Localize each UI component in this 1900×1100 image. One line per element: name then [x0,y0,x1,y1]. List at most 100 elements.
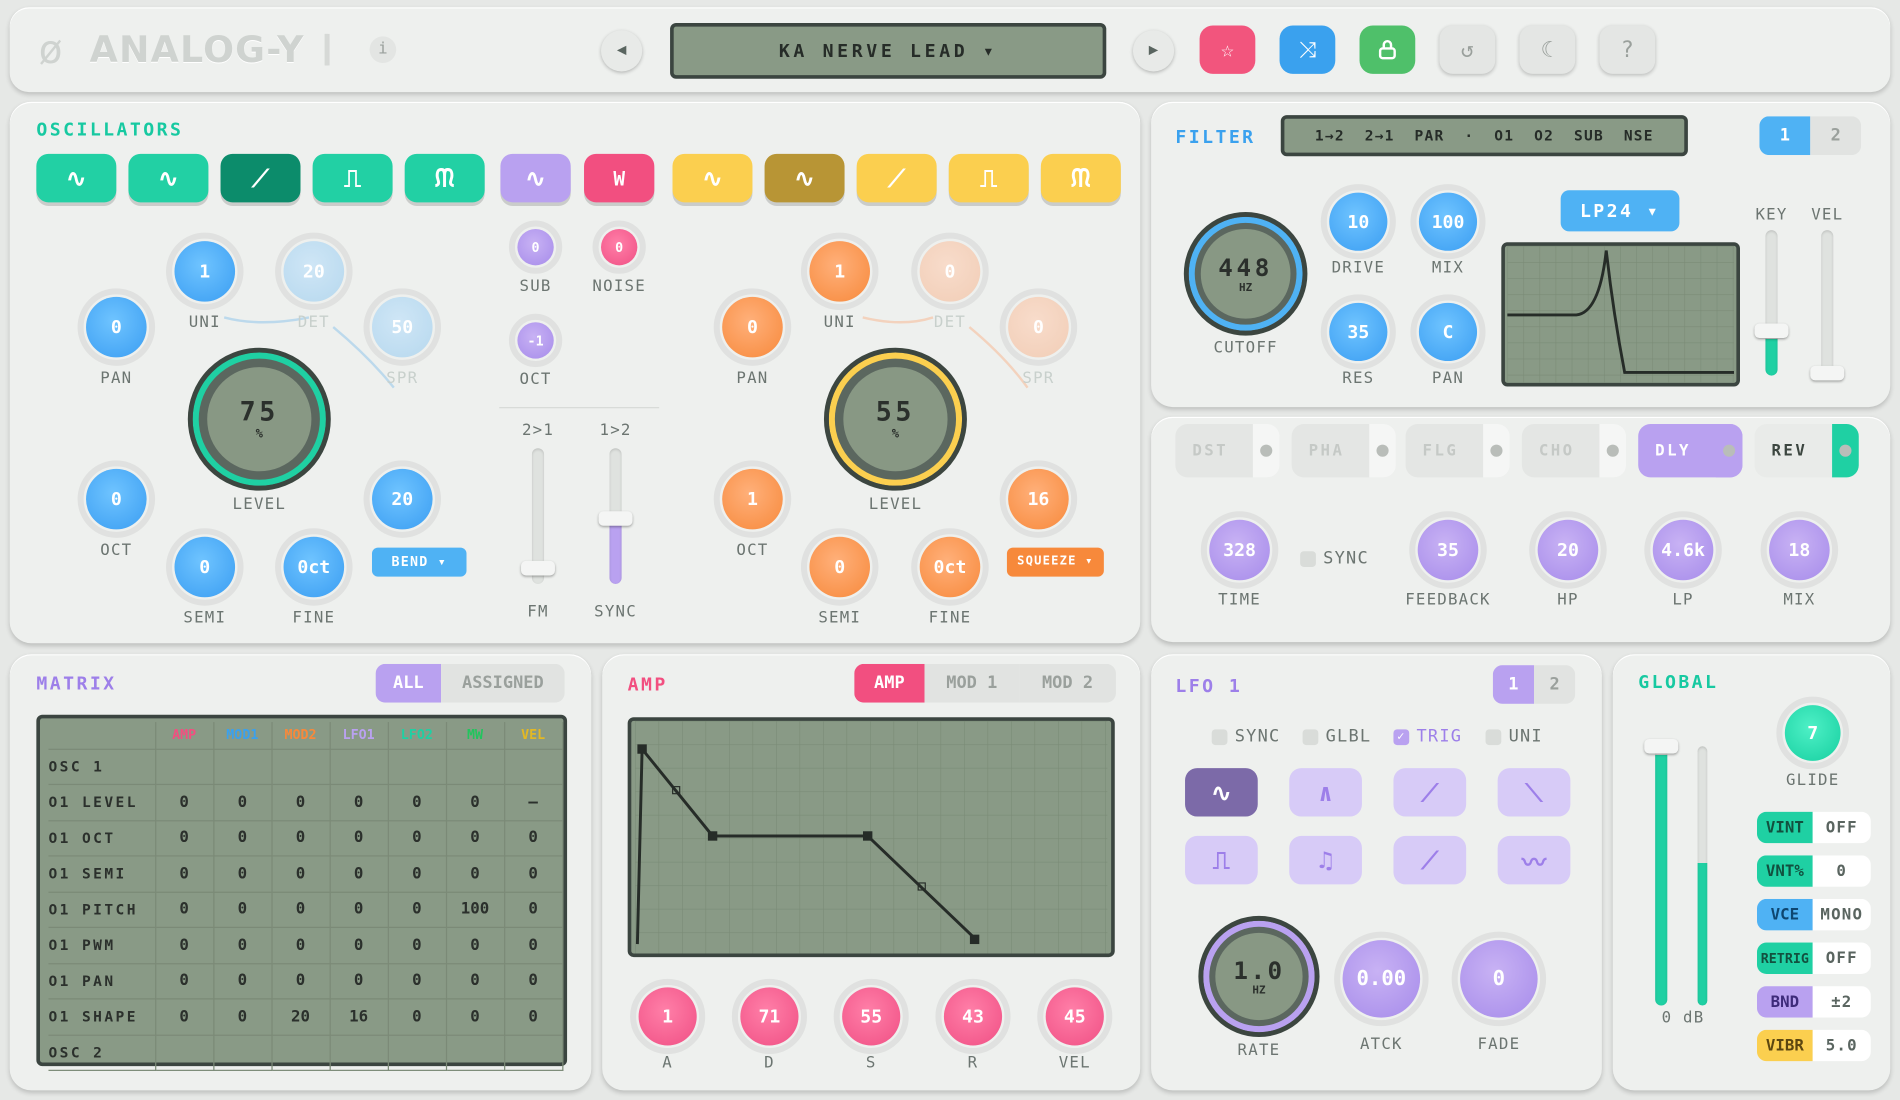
matrix-cell[interactable]: 0 [213,963,273,1000]
matrix-cell[interactable] [213,748,273,786]
matrix-cell[interactable] [155,1034,214,1071]
key-slider[interactable] [1765,230,1778,376]
matrix-cell[interactable]: 0 [445,820,505,857]
matrix-cell[interactable]: 0 [387,998,447,1036]
filter-tab-1[interactable]: 1 [1759,116,1811,156]
matrix-cell[interactable]: 16 [329,998,389,1036]
matrix-tab-assigned[interactable]: ASSIGNED [441,663,565,703]
env-tab-amp[interactable]: AMP [854,663,925,703]
matrix-cell[interactable]: 0 [155,927,214,964]
noise-knob[interactable]: 0 [592,220,646,274]
drive-knob[interactable]: 10 [1320,184,1396,260]
osc1-bend-dropdown[interactable]: BEND ▾ [371,547,467,577]
delay-sync-checkbox[interactable]: SYNC [1300,549,1369,568]
matrix-cell[interactable]: 0 [387,927,447,964]
filter-pan-knob[interactable]: C [1410,294,1486,370]
osc2-spr-knob[interactable]: 0 [999,288,1078,366]
matrix-cell[interactable]: 0 [387,820,447,857]
osc2-uni-knob[interactable]: 1 [800,232,879,311]
matrix-cell[interactable]: 0 [271,820,331,857]
attack-knob[interactable]: 1 [630,978,706,1055]
fx-rev-led[interactable] [1832,424,1859,478]
osc1-semi-knob[interactable]: 0 [166,528,244,606]
matrix-cell[interactable]: 0 [387,963,447,1000]
matrix-cell[interactable]: 0 [387,784,447,821]
matrix-cell[interactable]: 0 [445,998,505,1036]
lfo-shape-square[interactable]: ⎍ [1185,835,1258,885]
osc2-squeeze-dropdown[interactable]: SQUEEZE ▾ [1006,547,1104,577]
resonance-knob[interactable]: 35 [1320,294,1396,370]
filter-tab-2[interactable]: 2 [1810,116,1862,156]
sub-oct-knob[interactable]: -1 [508,313,563,368]
matrix-cell[interactable]: 0 [329,891,389,928]
vibrato-amount[interactable]: VIBR 5.0 [1756,1029,1871,1062]
favorite-button[interactable]: ☆ [1199,25,1256,74]
lfo-shape-ramp[interactable]: ⟋ [1393,835,1467,885]
lfo-global-checkbox[interactable]: GLBL [1302,727,1372,746]
amp-velocity-knob[interactable]: 45 [1037,978,1113,1055]
fx-dly-led[interactable] [1715,424,1743,478]
matrix-cell[interactable]: 0 [445,855,505,893]
fx-tab-delay[interactable]: DLY [1638,424,1743,478]
glide-knob[interactable]: 7 [1776,696,1850,770]
matrix-cell[interactable]: 0 [271,784,331,821]
osc1-level-knob[interactable]: 75% [187,347,331,491]
matrix-cell[interactable]: 0 [155,963,214,1000]
env-tab-mod2[interactable]: MOD 2 [1019,663,1116,703]
matrix-cell[interactable]: 0 [504,891,563,928]
matrix-cell[interactable]: 0 [445,784,505,821]
osc1-oct-knob[interactable]: 0 [77,460,156,538]
matrix-cell[interactable]: 0 [329,820,389,857]
matrix-cell[interactable]: 0 [271,963,331,1000]
matrix-cell[interactable] [387,748,447,786]
fx-cho-led[interactable] [1599,424,1627,478]
next-preset-button[interactable]: ▶ [1132,30,1175,72]
vel-slider[interactable] [1821,230,1834,376]
fm-slider-thumb[interactable] [521,560,555,576]
lfo-sync-checkbox[interactable]: SYNC [1211,727,1281,746]
envelope-graph[interactable] [627,717,1115,958]
matrix-cell[interactable]: 100 [445,891,505,928]
vint-amount[interactable]: VNT% 0 [1756,855,1871,887]
matrix-cell[interactable]: 20 [271,998,331,1036]
osc2-oct-knob[interactable]: 1 [713,460,792,538]
key-slider-thumb[interactable] [1754,323,1789,339]
env-tab-mod1[interactable]: MOD 1 [924,663,1020,703]
matrix-cell[interactable]: 0 [213,891,273,928]
osc2-fine-knob[interactable]: 0ct [911,528,989,606]
filter-type-dropdown[interactable]: LP24 ▾ [1560,190,1680,232]
matrix-cell[interactable]: 0 [504,927,563,964]
matrix-cell[interactable]: 0 [271,891,331,928]
osc1-bend-knob[interactable]: 20 [363,460,442,538]
matrix-cell[interactable]: 0 [329,927,389,964]
matrix-cell[interactable] [504,1034,563,1071]
matrix-cell[interactable]: 0 [155,820,214,857]
delay-mix-knob[interactable]: 18 [1760,511,1839,589]
osc2-level-knob[interactable]: 55% [823,347,967,491]
lfo-trig-checkbox[interactable]: ✓ TRIG [1393,727,1462,746]
osc2-det-knob[interactable]: 0 [911,232,989,311]
matrix-tab-all[interactable]: ALL [375,663,442,703]
fx-tab-flanger[interactable]: FLG [1405,424,1510,478]
osc1-spr-knob[interactable]: 50 [363,288,442,366]
lfo-fade-knob[interactable]: 0 [1451,931,1547,1027]
fx-tab-chorus[interactable]: CHO [1521,424,1627,478]
osc1-det-knob[interactable]: 20 [275,232,353,311]
osc1-pan-knob[interactable]: 0 [77,288,156,366]
matrix-cell[interactable] [155,748,214,786]
voice-mode[interactable]: VCE MONO [1756,898,1871,931]
matrix-cell[interactable]: 0 [213,820,273,857]
sustain-knob[interactable]: 55 [833,978,909,1055]
lfo-shape-steps[interactable]: ♫ [1289,835,1362,885]
matrix-cell[interactable]: 0 [445,963,505,1000]
fx-flg-led[interactable] [1483,424,1510,478]
matrix-cell[interactable] [504,748,563,786]
matrix-cell[interactable]: 0 [213,927,273,964]
matrix-cell[interactable]: 0 [213,855,273,893]
lfo-tab-1[interactable]: 1 [1492,665,1535,704]
matrix-cell[interactable]: 0 [329,855,389,893]
osc2-semi-knob[interactable]: 0 [800,528,879,606]
lfo-uni-checkbox[interactable]: UNI [1485,727,1543,746]
master-volume-thumb[interactable] [1644,739,1679,754]
lfo-shape-saw-down[interactable]: ⟍ [1497,768,1571,817]
